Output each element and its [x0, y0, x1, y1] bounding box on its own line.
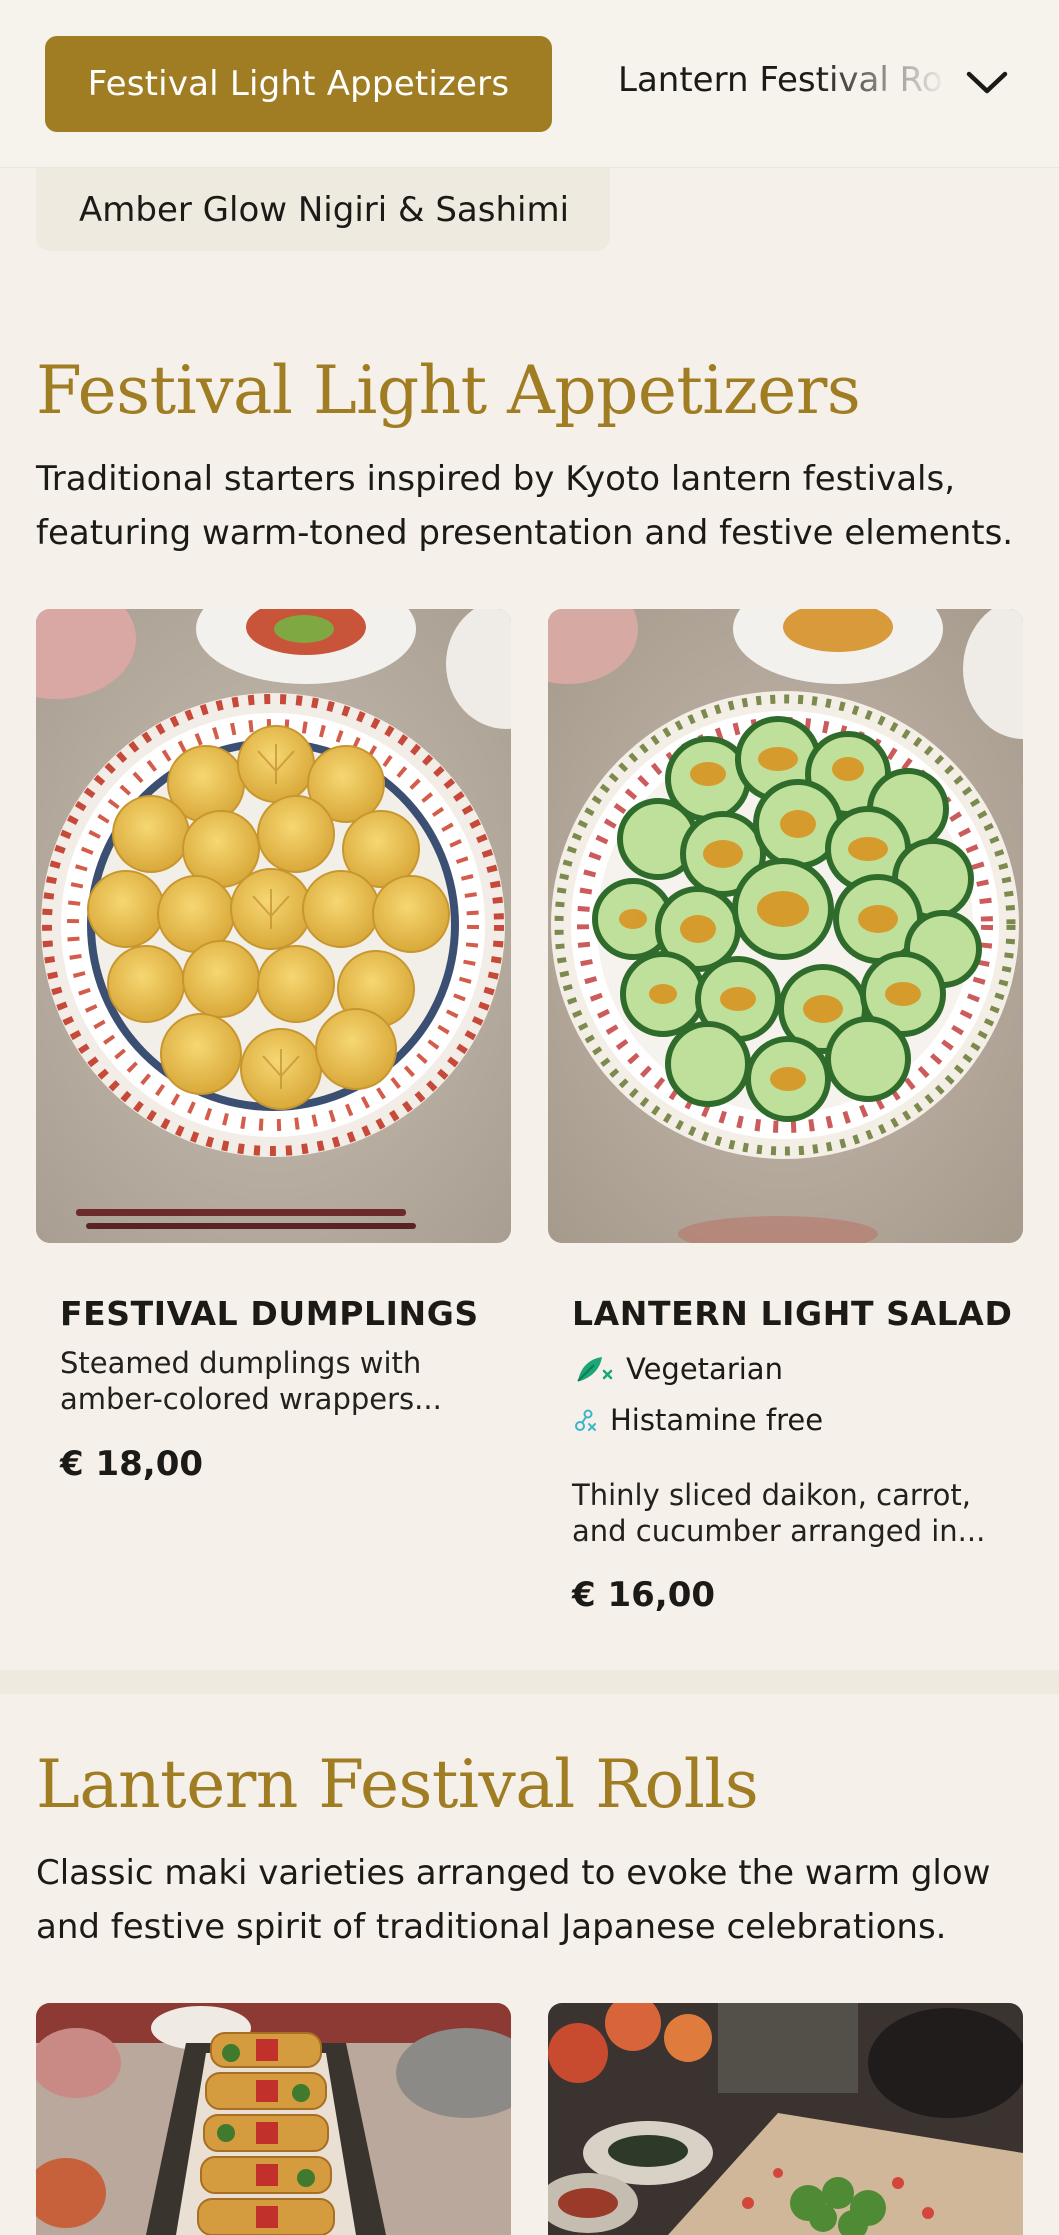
vegetarian-icon [577, 1357, 613, 1382]
dumplings-image[interactable] [36, 609, 511, 1243]
lantern-spread-image[interactable] [548, 2003, 1023, 2235]
item-price: € 18,00 [60, 1444, 204, 1484]
vegetarian-tag: Vegetarian [572, 1351, 783, 1387]
category-nav: Festival Light Appetizers Lantern Festiv… [0, 0, 1059, 168]
item-description: Thinly sliced daikon, carrot, and cucumb… [572, 1478, 986, 1548]
salad-image[interactable] [548, 609, 1023, 1243]
rolls-image[interactable] [36, 2003, 511, 2235]
tag-label: Vegetarian [626, 1352, 783, 1386]
section-divider [0, 1670, 1059, 1694]
section-title: Lantern Festival Rolls [36, 1746, 759, 1823]
item-name: LANTERN LIGHT SALAD [572, 1294, 1013, 1333]
category-tab-next[interactable]: Lantern Festival Rolls [618, 60, 948, 108]
menu-item-card[interactable]: LANTERN LIGHT SALAD Vegetarian Histamine… [548, 609, 1023, 1649]
item-price: € 16,00 [572, 1575, 716, 1615]
chevron-down-icon[interactable] [960, 56, 1014, 110]
item-name: FESTIVAL DUMPLINGS [60, 1294, 479, 1333]
section-description: Classic maki varieties arranged to evoke… [36, 1853, 991, 1947]
category-tab-active[interactable]: Festival Light Appetizers [45, 36, 552, 132]
section-description: Traditional starters inspired by Kyoto l… [36, 459, 1014, 553]
menu-item-card[interactable] [548, 2003, 1023, 2235]
menu-item-card[interactable]: FESTIVAL DUMPLINGS Steamed dumplings wit… [36, 609, 511, 1509]
histamine-free-icon [575, 1409, 596, 1431]
category-dropdown-item[interactable]: Amber Glow Nigiri & Sashimi [36, 168, 610, 251]
item-description: Steamed dumplings with amber-colored wra… [60, 1346, 442, 1416]
tag-label: Histamine free [610, 1403, 824, 1437]
histamine-free-tag: Histamine free [572, 1403, 823, 1437]
section-title: Festival Light Appetizers [36, 352, 861, 429]
menu-item-card[interactable] [36, 2003, 511, 2235]
